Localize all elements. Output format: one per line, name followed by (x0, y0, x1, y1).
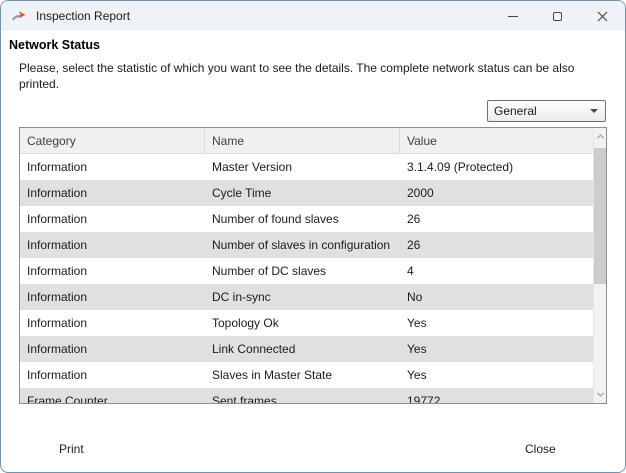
close-icon (597, 11, 608, 22)
table-row[interactable]: InformationNumber of slaves in configura… (20, 232, 593, 258)
cell-value: Yes (400, 368, 593, 382)
chevron-down-icon (590, 109, 598, 113)
cell-value: 4 (400, 264, 593, 278)
cell-name: Master Version (205, 160, 400, 174)
cell-category: Information (20, 264, 205, 278)
table-row[interactable]: InformationTopology OkYes (20, 310, 593, 336)
cell-value: 2000 (400, 186, 593, 200)
table-row[interactable]: InformationNumber of DC slaves4 (20, 258, 593, 284)
table-row[interactable]: InformationLink ConnectedYes (20, 336, 593, 362)
cell-value: Yes (400, 316, 593, 330)
chevron-up-icon (596, 134, 603, 141)
cell-category: Information (20, 316, 205, 330)
cell-category: Information (20, 238, 205, 252)
scrollbar-thumb[interactable] (594, 148, 606, 284)
table-row[interactable]: InformationSlaves in Master StateYes (20, 362, 593, 388)
cell-category: Information (20, 186, 205, 200)
statistic-dropdown-value: General (488, 104, 590, 118)
cell-category: Information (20, 212, 205, 226)
statistic-dropdown[interactable]: General (487, 100, 606, 122)
maximize-icon (553, 12, 562, 21)
scroll-down-button[interactable] (594, 386, 606, 403)
cell-name: Link Connected (205, 342, 400, 356)
cell-category: Information (20, 368, 205, 382)
instructions-text: Please, select the statistic of which yo… (19, 61, 593, 92)
inspection-report-dialog: Inspection Report Network Status Please,… (0, 0, 626, 473)
cell-name: Number of DC slaves (205, 264, 400, 278)
minimize-icon (508, 16, 518, 17)
cell-value: 3.1.4.09 (Protected) (400, 160, 593, 174)
cell-name: Sent frames (205, 394, 400, 404)
cell-value: 19772 (400, 394, 593, 404)
cell-value: 26 (400, 238, 593, 252)
cell-value: 26 (400, 212, 593, 226)
table-body: InformationMaster Version3.1.4.09 (Prote… (20, 154, 593, 404)
table-row[interactable]: InformationMaster Version3.1.4.09 (Prote… (20, 154, 593, 180)
cell-name: Number of found slaves (205, 212, 400, 226)
cell-category: Information (20, 342, 205, 356)
app-arrow-icon (11, 8, 27, 24)
vertical-scrollbar[interactable] (593, 128, 606, 403)
cell-category: Information (20, 290, 205, 304)
table-row[interactable]: InformationDC in-syncNo (20, 284, 593, 310)
chevron-down-icon (596, 390, 603, 397)
window-title: Inspection Report (36, 9, 130, 23)
cell-value: Yes (400, 342, 593, 356)
cell-category: Frame Counter (20, 394, 205, 404)
table-row[interactable]: InformationCycle Time2000 (20, 180, 593, 206)
print-button[interactable]: Print (51, 437, 92, 461)
cell-name: Cycle Time (205, 186, 400, 200)
page-title: Network Status (9, 38, 100, 52)
network-status-table: Category Name Value InformationMaster Ve… (19, 127, 607, 404)
column-header-value[interactable]: Value (400, 128, 593, 153)
cell-category: Information (20, 160, 205, 174)
minimize-button[interactable] (490, 1, 535, 31)
close-button[interactable]: Close (517, 437, 564, 461)
maximize-button[interactable] (535, 1, 580, 31)
titlebar[interactable]: Inspection Report (1, 1, 625, 31)
table-header-row: Category Name Value (20, 128, 593, 154)
table-row[interactable]: InformationNumber of found slaves26 (20, 206, 593, 232)
scroll-up-button[interactable] (594, 128, 606, 145)
cell-name: DC in-sync (205, 290, 400, 304)
close-window-button[interactable] (580, 1, 625, 31)
column-header-name[interactable]: Name (205, 128, 400, 153)
cell-name: Topology Ok (205, 316, 400, 330)
cell-name: Number of slaves in configuration (205, 238, 400, 252)
cell-value: No (400, 290, 593, 304)
column-header-category[interactable]: Category (20, 128, 205, 153)
window-controls (490, 1, 625, 31)
table-row[interactable]: Frame CounterSent frames19772 (20, 388, 593, 404)
cell-name: Slaves in Master State (205, 368, 400, 382)
